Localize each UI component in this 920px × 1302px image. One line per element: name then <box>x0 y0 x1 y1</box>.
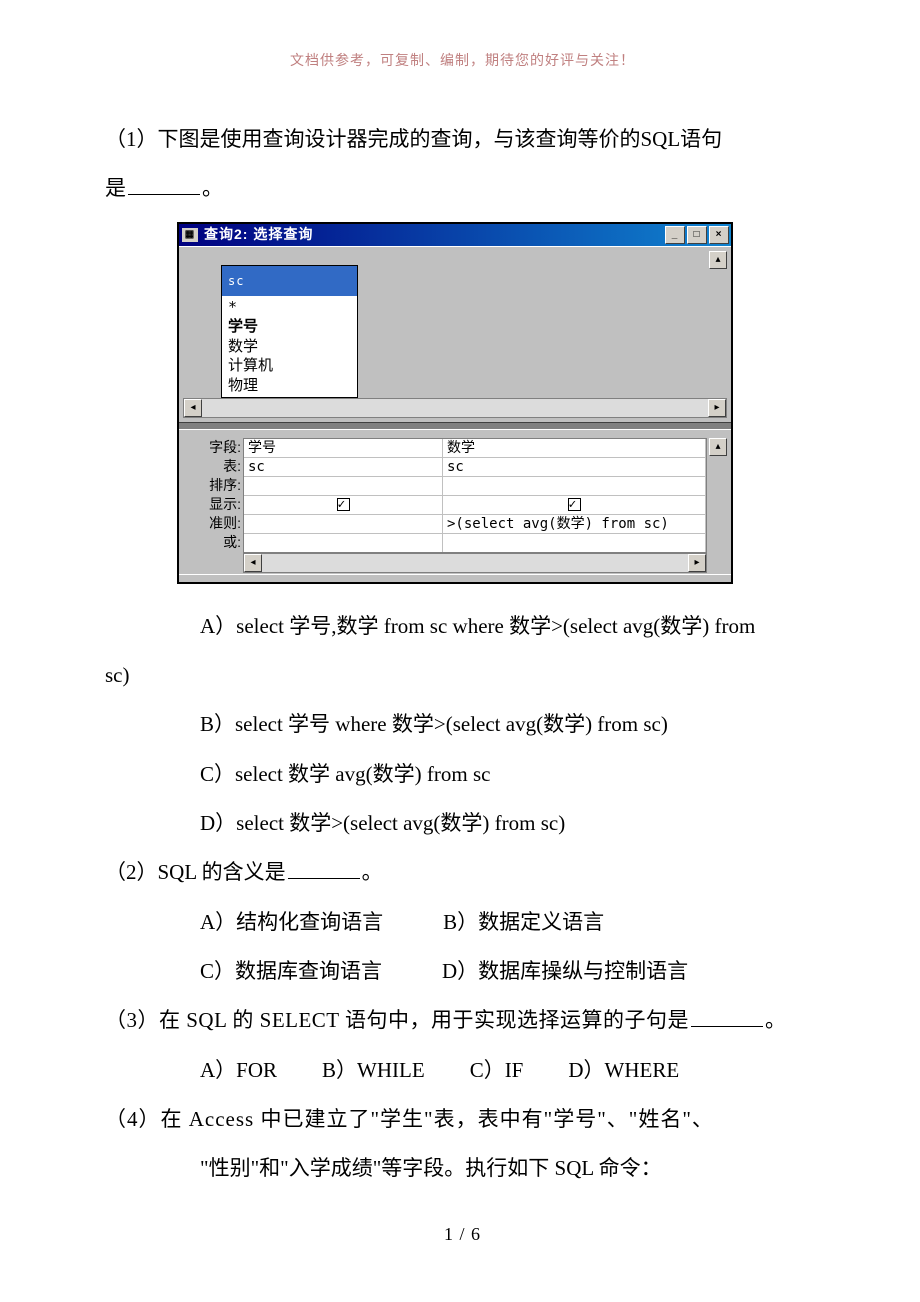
titlebar: ▦ 查询2: 选择查询 _ □ × <box>179 224 731 246</box>
q2-stem: （2）SQL 的含义是 。 <box>105 848 820 897</box>
q1-stem-line1: （1）下图是使用查询设计器完成的查询，与该查询等价的SQL语句 <box>105 115 820 164</box>
design-grid[interactable]: 学号 数学 sc sc <box>243 438 707 553</box>
q2-option-b: B）数据定义语言 <box>443 898 604 947</box>
field-item[interactable]: 学号 <box>228 317 351 337</box>
q4-line1: （4）在 Access 中已建立了"学生"表，表中有"学号"、"姓名"、 <box>105 1095 820 1144</box>
blank-line <box>691 1005 763 1027</box>
q1-period: 。 <box>202 176 223 200</box>
scroll-right-icon[interactable]: ▸ <box>708 399 726 417</box>
grid-cell-or1[interactable] <box>244 534 443 552</box>
pane-splitter[interactable] <box>179 422 731 430</box>
row-label-show: 显示: <box>187 495 243 514</box>
grid-cell-field2[interactable]: 数学 <box>443 439 706 457</box>
q1-option-a-cont: sc) <box>105 651 820 700</box>
grid-cell-field1[interactable]: 学号 <box>244 439 443 457</box>
q2-stem-text: （2）SQL 的含义是 <box>105 860 286 884</box>
header-note: 文档供参考，可复制、编制，期待您的好评与关注！ <box>105 50 820 70</box>
maximize-button[interactable]: □ <box>687 226 707 244</box>
scroll-up-icon[interactable]: ▴ <box>709 251 727 269</box>
close-button[interactable]: × <box>709 226 729 244</box>
field-item[interactable]: 物理 <box>228 376 351 396</box>
q1-option-d: D）select 数学>(select avg(数学) from sc) <box>200 799 820 848</box>
q2-option-d: D）数据库操纵与控制语言 <box>442 947 688 996</box>
q4-line2: "性别"和"入学成绩"等字段。执行如下 SQL 命令： <box>200 1144 820 1193</box>
grid-cell-table1[interactable]: sc <box>244 458 443 476</box>
q1-stem-is: 是 <box>105 176 126 200</box>
grid-cell-show2[interactable] <box>443 496 706 514</box>
window-icon: ▦ <box>182 228 198 242</box>
upper-h-scrollbar[interactable]: ◂ ▸ <box>183 398 727 418</box>
field-item[interactable]: 计算机 <box>228 356 351 376</box>
q2-option-a: A）结构化查询语言 <box>200 898 383 947</box>
q2-options-row1: A）结构化查询语言 B）数据定义语言 <box>200 898 820 947</box>
q3-options: A）FOR B）WHILE C）IF D）WHERE <box>200 1046 820 1095</box>
q3-stem: （3）在 SQL 的 SELECT 语句中，用于实现选择运算的子句是 。 <box>105 996 820 1045</box>
field-list[interactable]: sc * 学号 数学 计算机 物理 <box>221 265 358 399</box>
access-query-window: ▦ 查询2: 选择查询 _ □ × ▴ sc * 学号 数学 计算机 物理 <box>177 222 733 584</box>
row-label-table: 表: <box>187 457 243 476</box>
q2-period: 。 <box>362 860 383 884</box>
row-label-sort: 排序: <box>187 476 243 495</box>
tables-pane: ▴ sc * 学号 数学 计算机 物理 ◂ ▸ <box>179 246 731 422</box>
field-star[interactable]: * <box>228 298 351 318</box>
grid-cell-criteria2[interactable]: >(select avg(数学) from sc) <box>443 515 706 533</box>
field-item[interactable]: 数学 <box>228 337 351 357</box>
show-checkbox[interactable] <box>568 498 581 511</box>
q3-option-a: A）FOR <box>200 1046 277 1095</box>
q3-stem-text: （3）在 SQL 的 SELECT 语句中，用于实现选择运算的子句是 <box>105 1008 689 1032</box>
row-label-or: 或: <box>187 533 243 552</box>
blank-line <box>128 173 200 195</box>
grid-cell-criteria1[interactable] <box>244 515 443 533</box>
lower-h-scrollbar[interactable]: ◂ ▸ <box>243 553 707 573</box>
grid-cell-or2[interactable] <box>443 534 706 552</box>
statusbar <box>179 574 731 582</box>
scroll-right-icon[interactable]: ▸ <box>688 554 706 572</box>
row-label-criteria: 准则: <box>187 514 243 533</box>
q3-period: 。 <box>765 1008 787 1032</box>
q2-option-c: C）数据库查询语言 <box>200 947 382 996</box>
design-grid-pane: ▴ 字段: 表: 排序: 显示: 准则: 或: 学号 数学 <box>179 430 731 574</box>
q3-option-c: C）IF <box>470 1046 524 1095</box>
grid-row-labels: 字段: 表: 排序: 显示: 准则: 或: <box>187 438 243 553</box>
show-checkbox[interactable] <box>337 498 350 511</box>
q1-stem-line2: 是。 <box>105 164 820 213</box>
grid-cell-sort2[interactable] <box>443 477 706 495</box>
q3-option-d: D）WHERE <box>568 1046 679 1095</box>
blank-line <box>288 857 360 879</box>
q1-option-a: A）select 学号,数学 from sc where 数学>(select … <box>200 602 820 651</box>
row-label-field: 字段: <box>187 438 243 457</box>
field-list-title: sc <box>222 266 357 296</box>
q1-option-c: C）select 数学 avg(数学) from sc <box>200 750 820 799</box>
q1-option-b: B）select 学号 where 数学>(select avg(数学) fro… <box>200 700 820 749</box>
page-number: 1 / 6 <box>105 1224 820 1245</box>
q2-options-row2: C）数据库查询语言 D）数据库操纵与控制语言 <box>200 947 820 996</box>
q3-option-b: B）WHILE <box>322 1046 425 1095</box>
minimize-button[interactable]: _ <box>665 226 685 244</box>
scroll-left-icon[interactable]: ◂ <box>244 554 262 572</box>
grid-cell-sort1[interactable] <box>244 477 443 495</box>
grid-cell-table2[interactable]: sc <box>443 458 706 476</box>
scroll-up-icon[interactable]: ▴ <box>709 438 727 456</box>
grid-cell-show1[interactable] <box>244 496 443 514</box>
scroll-left-icon[interactable]: ◂ <box>184 399 202 417</box>
